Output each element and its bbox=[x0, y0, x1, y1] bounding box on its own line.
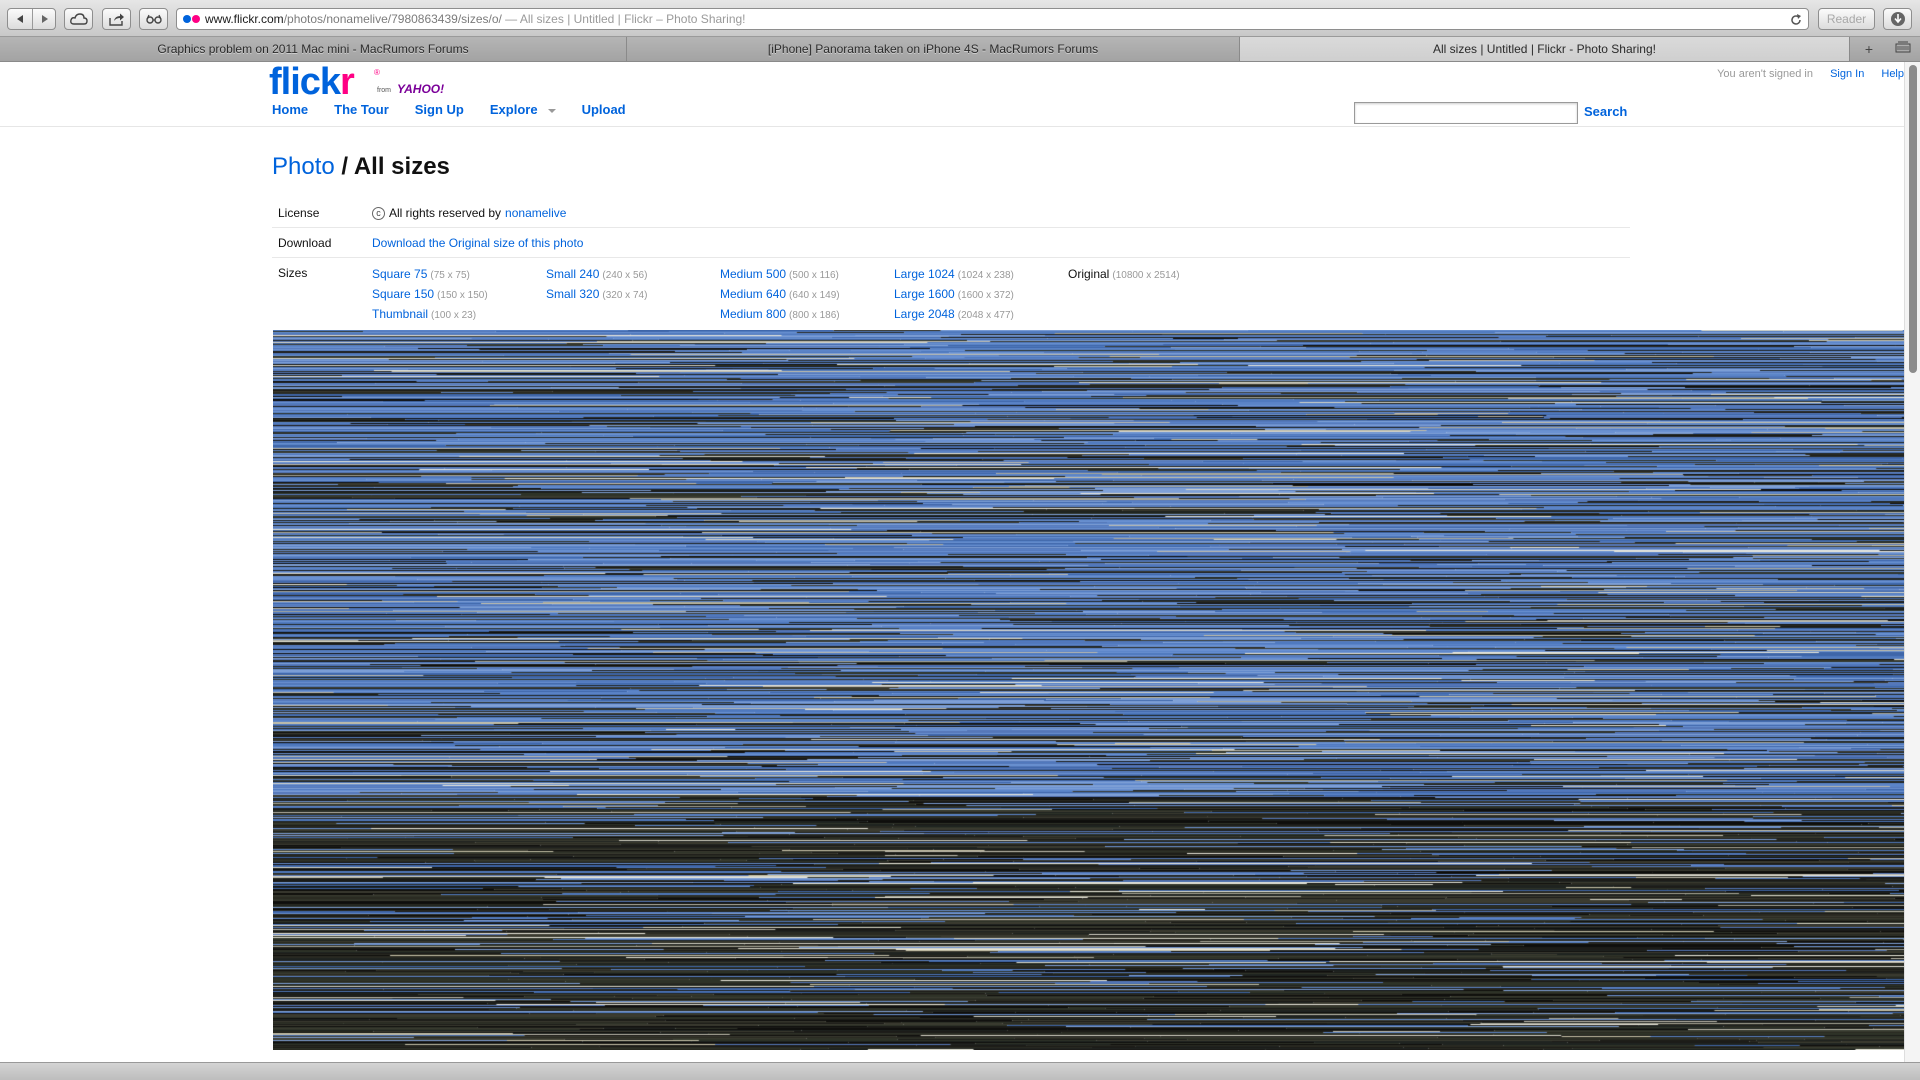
logo-flick: flick bbox=[269, 62, 341, 103]
scrollbar-thumb[interactable] bbox=[1909, 65, 1917, 373]
logo-r: r bbox=[340, 62, 355, 103]
tab-bar: Graphics problem on 2011 Mac mini - MacR… bbox=[0, 37, 1920, 62]
breadcrumb-photo-link[interactable]: Photo bbox=[272, 153, 335, 180]
size-link-large-1024[interactable]: Large 1024 (1024 x 238) bbox=[894, 265, 1064, 285]
nav-home[interactable]: Home bbox=[272, 102, 308, 117]
sign-in-link[interactable]: Sign In bbox=[1830, 68, 1864, 80]
share-button[interactable] bbox=[102, 8, 131, 30]
chevron-down-icon bbox=[547, 108, 556, 113]
tab-flickr-all-sizes[interactable]: All sizes | Untitled | Flickr - Photo Sh… bbox=[1240, 37, 1850, 61]
vertical-scrollbar[interactable] bbox=[1904, 62, 1920, 1062]
forward-button[interactable] bbox=[33, 9, 57, 29]
owner-link[interactable]: nonamelive bbox=[505, 206, 566, 220]
size-link-large-2048[interactable]: Large 2048 (2048 x 477) bbox=[894, 305, 1064, 325]
copyright-icon: c bbox=[372, 206, 385, 220]
download-label: Download bbox=[278, 236, 332, 250]
url-path: /photos/nonamelive/7980863439/sizes/o/ bbox=[283, 12, 502, 26]
size-link-medium-640[interactable]: Medium 640 (640 x 149) bbox=[720, 285, 890, 305]
reading-list-button[interactable] bbox=[139, 8, 168, 30]
signed-out-text: You aren't signed in bbox=[1717, 68, 1813, 80]
nav-explore[interactable]: Explore bbox=[490, 102, 556, 117]
sizes-column-original: Original (10800 x 2514) bbox=[1068, 265, 1238, 285]
url-page-title: — All sizes | Untitled | Flickr – Photo … bbox=[501, 12, 746, 26]
logo-from: from bbox=[377, 87, 391, 94]
web-page: flickr ® from YAHOO! You aren't signed i… bbox=[0, 62, 1904, 1062]
size-link-small-320[interactable]: Small 320 (320 x 74) bbox=[546, 285, 716, 305]
tab-list-icon bbox=[1895, 41, 1911, 53]
sizes-column-small: Small 240 (240 x 56) Small 320 (320 x 74) bbox=[546, 265, 716, 305]
url-host: www.flickr.com bbox=[205, 12, 284, 26]
page-title: Photo / All sizes bbox=[272, 153, 450, 181]
address-text: www.flickr.com/photos/nonamelive/7980863… bbox=[205, 9, 746, 29]
size-link-square-150[interactable]: Square 150 (150 x 150) bbox=[372, 285, 542, 305]
divider bbox=[272, 227, 1630, 228]
browser-toolbar: www.flickr.com/photos/nonamelive/7980863… bbox=[0, 0, 1920, 37]
back-button[interactable] bbox=[8, 9, 32, 29]
nav-the-tour[interactable]: The Tour bbox=[334, 102, 389, 117]
main-nav: Home The Tour Sign Up Explore Upload bbox=[272, 102, 652, 117]
reload-icon bbox=[1791, 14, 1801, 25]
size-original-current: Original (10800 x 2514) bbox=[1068, 267, 1180, 281]
sizes-column-large: Large 1024 (1024 x 238) Large 1600 (1600 x… bbox=[894, 265, 1064, 325]
flickr-favicon-icon bbox=[183, 15, 201, 23]
size-link-medium-800[interactable]: Medium 800 (800 x 186) bbox=[720, 305, 890, 325]
reader-button[interactable]: Reader bbox=[1818, 8, 1875, 30]
back-forward-buttons bbox=[7, 8, 56, 30]
share-icon bbox=[108, 13, 124, 26]
size-link-square-75[interactable]: Square 75 (75 x 75) bbox=[372, 265, 542, 285]
breadcrumb-current: All sizes bbox=[353, 153, 450, 180]
reload-button[interactable] bbox=[1790, 12, 1802, 29]
search-button[interactable]: Search bbox=[1584, 104, 1627, 119]
breadcrumb-separator: / bbox=[341, 153, 349, 180]
nav-sign-up[interactable]: Sign Up bbox=[415, 102, 464, 117]
forward-arrow-icon bbox=[42, 15, 48, 23]
nav-upload[interactable]: Upload bbox=[582, 102, 626, 117]
account-links: You aren't signed in Sign In Help bbox=[1504, 68, 1904, 80]
tab-overview-button[interactable] bbox=[1890, 40, 1916, 58]
address-bar[interactable]: www.flickr.com/photos/nonamelive/7980863… bbox=[176, 8, 1809, 30]
sizes-column-medium: Medium 500 (500 x 116) Medium 640 (640 x 1… bbox=[720, 265, 890, 325]
new-tab-button[interactable]: + bbox=[1856, 40, 1882, 58]
downloads-button[interactable] bbox=[1883, 8, 1912, 30]
sizes-column-square: Square 75 (75 x 75) Square 150 (150 x 150)… bbox=[372, 265, 542, 325]
size-link-medium-500[interactable]: Medium 500 (500 x 116) bbox=[720, 265, 890, 285]
divider bbox=[272, 257, 1630, 258]
license-value: c All rights reserved by nonamelive bbox=[372, 206, 566, 220]
license-text: All rights reserved by bbox=[389, 206, 502, 220]
yahoo-logo: YAHOO! bbox=[397, 82, 445, 96]
tab-macrumors-graphics[interactable]: Graphics problem on 2011 Mac mini - MacR… bbox=[0, 37, 627, 61]
tab-macrumors-panorama[interactable]: [iPhone] Panorama taken on iPhone 4S - M… bbox=[627, 37, 1240, 61]
flickr-header: flickr ® from YAHOO! You aren't signed i… bbox=[0, 62, 1904, 127]
help-link[interactable]: Help bbox=[1881, 68, 1904, 80]
download-original-link[interactable]: Download the Original size of this photo bbox=[372, 236, 583, 250]
size-link-thumbnail[interactable]: Thumbnail (100 x 23) bbox=[372, 305, 542, 325]
icloud-tabs-button[interactable] bbox=[64, 8, 93, 30]
status-bar bbox=[0, 1062, 1920, 1080]
nav-explore-label: Explore bbox=[489, 102, 538, 117]
size-link-small-240[interactable]: Small 240 (240 x 56) bbox=[546, 265, 716, 285]
search-input[interactable] bbox=[1354, 102, 1578, 124]
sizes-label: Sizes bbox=[278, 266, 308, 280]
cloud-icon bbox=[69, 13, 88, 25]
glasses-icon bbox=[145, 14, 162, 24]
license-label: License bbox=[278, 206, 320, 220]
logo-registered: ® bbox=[374, 68, 380, 77]
size-link-large-1600[interactable]: Large 1600 (1600 x 372) bbox=[894, 285, 1064, 305]
download-icon bbox=[1890, 12, 1905, 26]
flickr-logo[interactable]: flickr ® from YAHOO! bbox=[269, 62, 444, 103]
photo-original[interactable] bbox=[273, 330, 1904, 1050]
back-arrow-icon bbox=[17, 15, 23, 23]
